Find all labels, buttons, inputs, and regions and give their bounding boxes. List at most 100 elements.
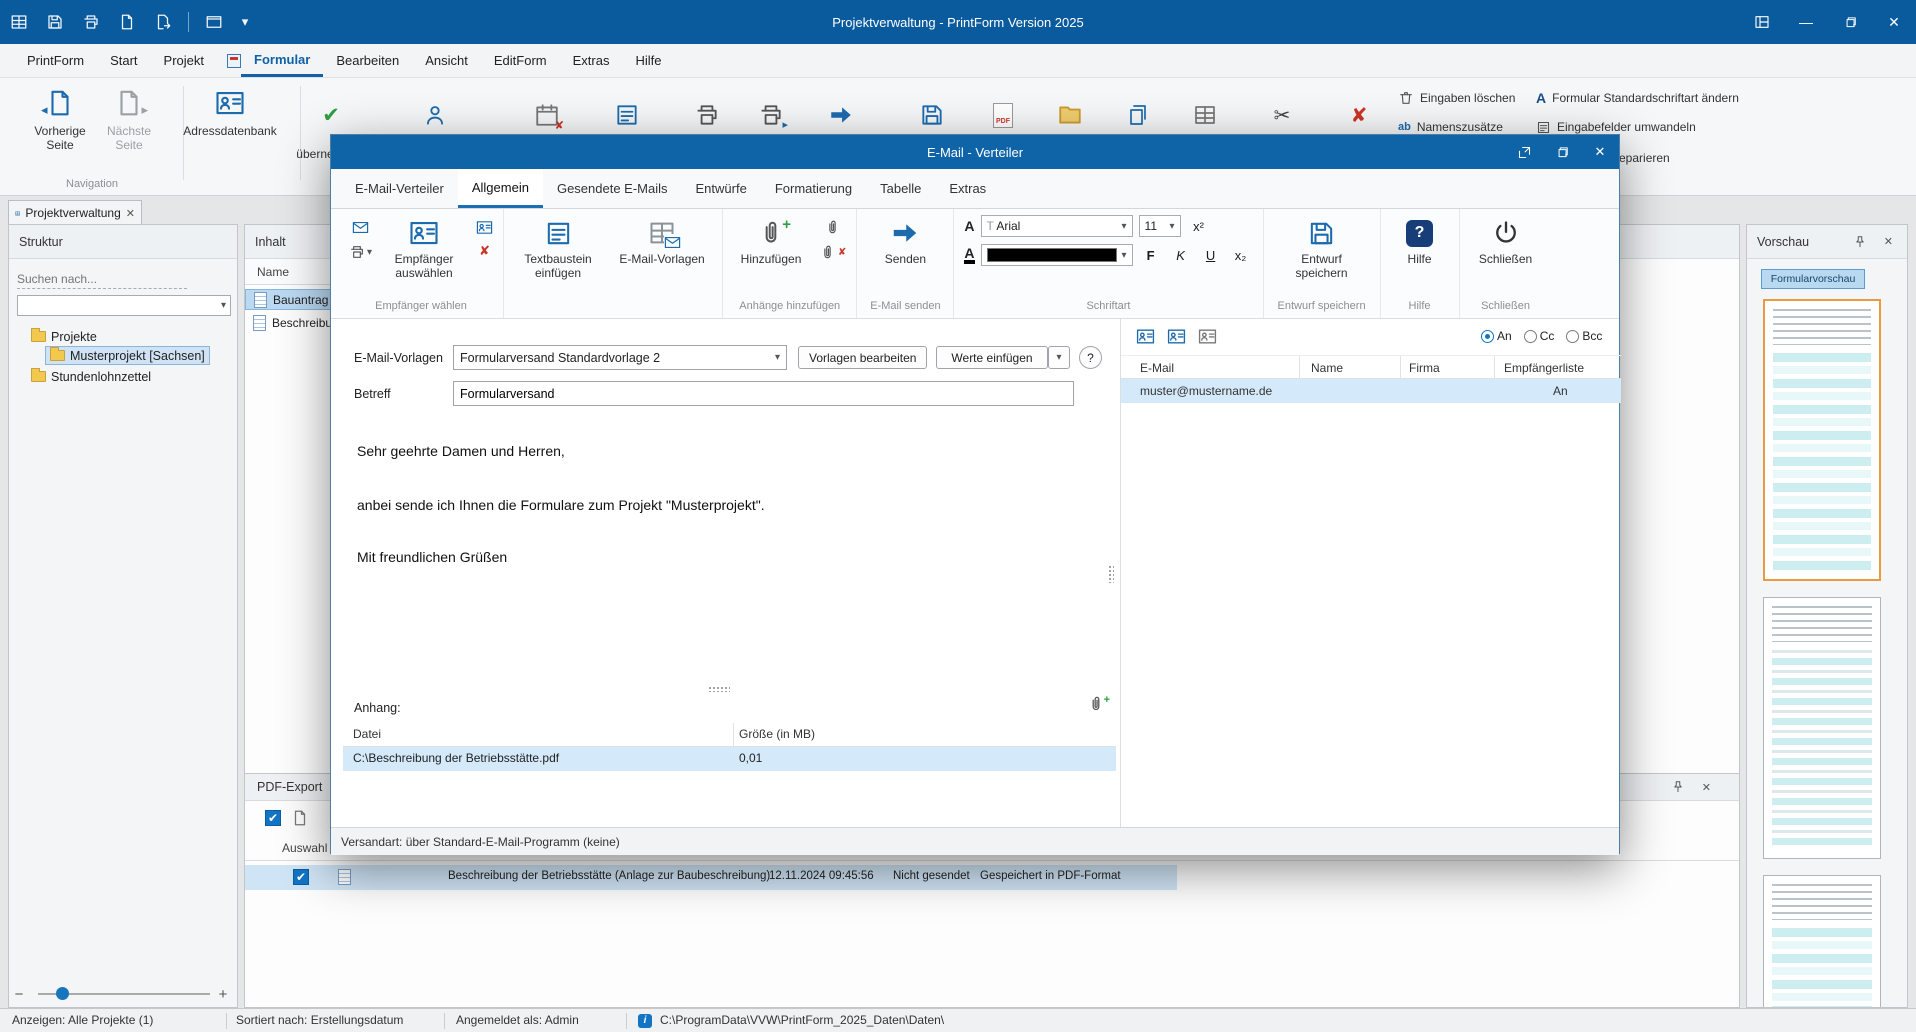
help-round-button[interactable]: ? [1079,346,1102,369]
tree-item-projekte[interactable]: Projekte [31,327,97,346]
insert-textblock-button[interactable]: Textbaustein einfügen [514,215,602,283]
resize-handle[interactable] [1108,565,1114,583]
tree-item-musterprojekt[interactable]: Musterprojekt [Sachsen] [45,346,210,365]
attachment-row[interactable]: C:\Beschreibung der Betriebsstätte.pdf 0… [343,747,1116,771]
message-body[interactable]: Sehr geehrte Damen und Herren, anbei sen… [343,417,1116,687]
radio-bcc[interactable]: Bcc [1566,329,1602,343]
form-list-icon[interactable] [613,101,641,129]
recipient-row[interactable]: muster@mustername.de An [1121,379,1621,403]
page-thumbnail-1[interactable] [1763,299,1881,581]
pdf-export-icon[interactable]: PDF [989,101,1017,129]
tab-entwuerfe[interactable]: Entwürfe [682,169,761,208]
radio-an[interactable]: An [1481,329,1512,343]
tab-projektverwaltung[interactable]: Projektverwaltung ✕ [8,200,142,225]
minimize-button[interactable]: — [1784,0,1828,44]
apply-check-icon[interactable]: ✔ [317,101,345,129]
panel-close-icon[interactable]: ✕ [1702,781,1711,794]
vorlagen-combo[interactable]: Formularversand Standardvorlage 2 ▾ [453,345,787,370]
edit-templates-button[interactable]: Vorlagen bearbeiten [798,346,928,369]
structure-filter-combo[interactable]: ▾ [17,295,231,316]
font-color-combo[interactable]: ▾ [980,244,1133,266]
remove-attachment-icon[interactable]: ✘ [819,244,846,261]
underline-button[interactable]: U [1199,244,1223,266]
restore-button[interactable] [1828,0,1872,44]
tab-allgemein[interactable]: Allgemein [457,169,543,208]
save-form-icon[interactable] [918,101,946,129]
italic-button[interactable]: K [1169,244,1193,266]
recipient-person-icon[interactable] [421,101,449,129]
insert-values-button[interactable]: Werte einfügen [936,346,1048,369]
send-button[interactable]: Senden [880,215,931,269]
new-email-icon[interactable] [352,219,369,236]
menu-bearbeiten[interactable]: Bearbeiten [323,44,412,77]
next-page-button[interactable]: ▸ Nächste Seite [96,88,162,152]
subscript-button[interactable]: x₂ [1229,244,1253,266]
paperclip-icon[interactable] [824,219,841,236]
print-preview-icon[interactable]: ▸ [757,101,788,131]
help-button[interactable]: ? Hilfe [1401,215,1438,269]
add-contact-icon[interactable] [476,219,493,236]
address-database-button[interactable]: Adressdatenbank [174,88,286,138]
zoom-in-button[interactable]: + [214,984,232,1004]
dialog-restore-button[interactable] [1551,141,1573,163]
tab-formularvorschau[interactable]: Formularvorschau [1761,269,1865,289]
cut-scissors-icon[interactable]: ✂ [1268,101,1296,129]
contact-import-icon[interactable] [1198,327,1217,346]
previous-page-button[interactable]: ◂ Vorherige Seite [20,88,100,152]
betreff-input[interactable] [453,381,1074,406]
dialog-close-button[interactable]: ✕ [1589,141,1611,163]
print-email-icon[interactable]: ▾ [349,244,372,260]
bold-button[interactable]: F [1139,244,1163,266]
tab-formatierung[interactable]: Formatierung [761,169,866,208]
tab-close-icon[interactable]: ✕ [126,207,135,220]
dialog-titlebar[interactable]: E-Mail - Verteiler ✕ [331,135,1619,169]
contact-add-icon[interactable] [1167,327,1186,346]
menu-formular[interactable]: Formular [241,44,324,77]
print-form-icon[interactable] [693,101,721,129]
save-draft-button[interactable]: Entwurf speichern [1277,215,1367,283]
contact-table-icon[interactable] [1136,327,1155,346]
radio-cc[interactable]: Cc [1523,329,1554,343]
insert-values-dropdown[interactable]: ▾ [1048,346,1070,369]
menu-printform[interactable]: PrintForm [14,44,97,77]
add-attachment-icon[interactable]: + [1087,695,1110,713]
delete-cross-icon[interactable]: ✘ [1345,101,1373,129]
close-dialog-button[interactable]: Schließen [1474,215,1537,269]
tab-email-verteiler[interactable]: E-Mail-Verteiler [341,169,458,208]
menu-ansicht[interactable]: Ansicht [412,44,481,77]
pdf-export-row[interactable]: ✔ Beschreibung der Betriebsstätte (Anlag… [245,865,1177,890]
add-attachment-button[interactable]: + Hinzufügen [733,215,809,269]
page-thumbnail-3[interactable] [1763,875,1881,1007]
page-thumbnail-2[interactable] [1763,597,1881,859]
zoom-slider-thumb[interactable] [56,987,69,1000]
pdf-toolbar-icon[interactable] [291,809,309,827]
tab-tabelle[interactable]: Tabelle [866,169,935,208]
zoom-out-button[interactable]: − [10,984,28,1004]
pin-icon[interactable] [1853,235,1867,249]
menu-extras[interactable]: Extras [560,44,623,77]
superscript-button[interactable]: x² [1187,215,1211,237]
detach-window-icon[interactable] [1513,141,1535,163]
select-all-checkbox[interactable]: ✔ [265,810,281,826]
send-arrow-icon[interactable] [827,101,855,129]
remove-recipient-icon[interactable]: ✘ [479,244,490,259]
tab-gesendete-emails[interactable]: Gesendete E-Mails [543,169,682,208]
menu-hilfe[interactable]: Hilfe [622,44,674,77]
close-button[interactable]: ✕ [1872,0,1916,44]
tree-item-stundenlohnzettel[interactable]: Stundenlohnzettel [31,367,151,386]
font-size-combo[interactable]: 11 ▾ [1138,215,1181,237]
search-input[interactable] [17,269,187,289]
menu-start[interactable]: Start [97,44,150,77]
tab-extras[interactable]: Extras [935,169,1000,208]
email-templates-button[interactable]: E-Mail-Vorlagen [612,215,712,269]
copy-icon[interactable] [1124,101,1152,129]
splitter-handle[interactable] [708,686,730,692]
paste-grid-icon[interactable] [1191,101,1219,129]
open-folder-icon[interactable] [1056,101,1084,129]
layout-panes-icon[interactable] [1740,0,1784,44]
row-checkbox[interactable]: ✔ [293,869,309,885]
pin-icon[interactable] [1671,780,1685,794]
clear-inputs-button[interactable]: Eingaben löschen [1398,88,1515,108]
select-recipients-button[interactable]: Empfänger auswählen [382,215,466,283]
menu-editform[interactable]: EditForm [481,44,560,77]
